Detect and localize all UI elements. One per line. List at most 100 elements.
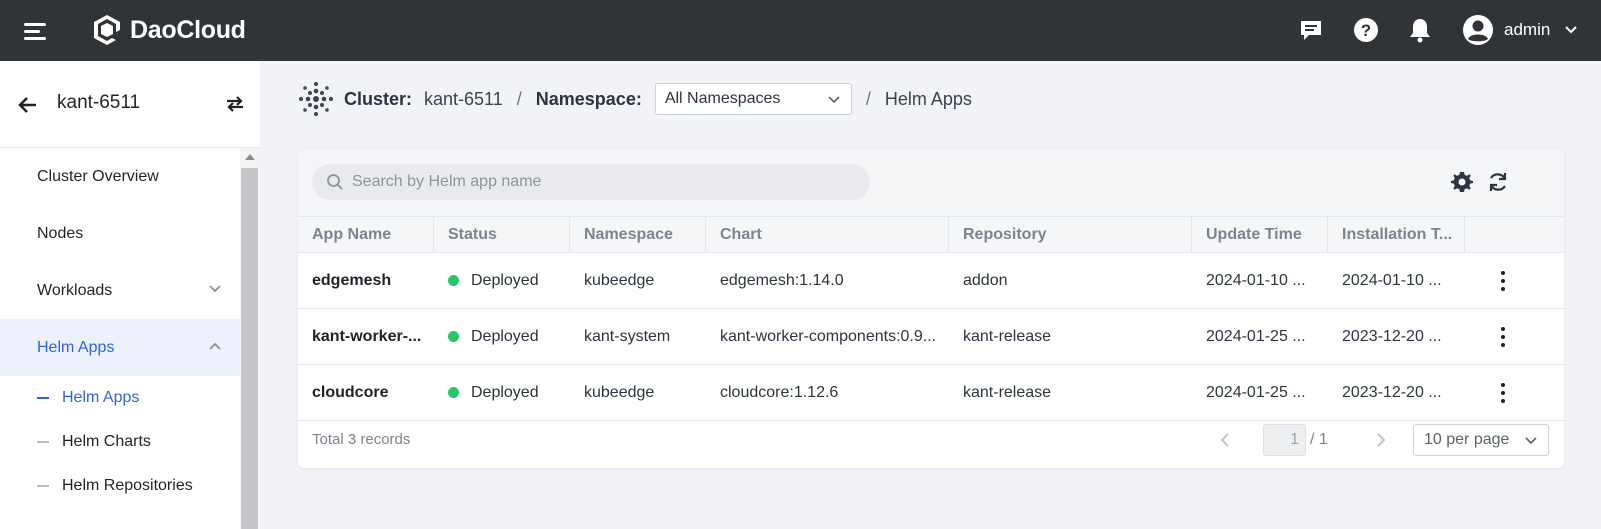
page-size-select[interactable]: 10 per page <box>1413 424 1549 456</box>
sidebar: kant-6511 Cluster Overview Nodes Workloa… <box>0 61 260 529</box>
chevron-down-icon <box>1565 26 1578 34</box>
status-cell: Deployed <box>434 365 570 420</box>
sidebar-header: kant-6511 <box>0 61 260 148</box>
user-menu[interactable]: admin <box>1462 14 1578 46</box>
daocloud-logo-icon <box>94 15 120 45</box>
sidebar-menu: Cluster Overview Nodes Workloads Helm Ap… <box>0 148 240 508</box>
sidebar-item-label: Nodes <box>37 224 84 242</box>
status-dot-icon <box>448 331 459 342</box>
status-text: Deployed <box>471 327 539 345</box>
help-icon[interactable]: ? <box>1352 16 1380 44</box>
sidebar-item-helm-apps[interactable]: Helm Apps <box>0 319 240 376</box>
repository-cell: addon <box>963 271 1008 289</box>
more-actions-icon[interactable] <box>1491 269 1515 293</box>
scrollbar-thumb[interactable] <box>241 168 258 529</box>
sidebar-item-workloads[interactable]: Workloads <box>0 262 240 319</box>
sidebar-item-label: Cluster Overview <box>37 167 159 185</box>
settings-gear-icon[interactable] <box>1450 170 1474 194</box>
app-name-cell[interactable]: kant-worker-... <box>298 309 434 364</box>
refresh-icon[interactable] <box>1486 170 1510 194</box>
menu-icon[interactable] <box>24 21 48 41</box>
column-header-app-name[interactable]: App Name <box>298 217 434 253</box>
bell-icon[interactable] <box>1406 16 1434 44</box>
helm-apps-table: App Name Status Namespace Chart Reposito… <box>298 216 1564 421</box>
sidebar-scrollbar[interactable] <box>240 148 260 529</box>
sidebar-item-label: Workloads <box>37 281 113 299</box>
breadcrumb-separator: / <box>516 88 522 109</box>
actions-cell <box>1465 253 1564 308</box>
breadcrumb-current-page: Helm Apps <box>884 88 972 109</box>
app-name-cell[interactable]: edgemesh <box>298 253 434 308</box>
status-cell: Deployed <box>434 309 570 364</box>
search-box[interactable] <box>312 164 870 200</box>
more-actions-icon[interactable] <box>1491 325 1515 349</box>
breadcrumb-separator: / <box>865 88 871 109</box>
dash-icon <box>37 397 49 399</box>
sidebar-subitem-label: Helm Repositories <box>62 477 193 494</box>
search-icon <box>327 174 343 190</box>
sidebar-subitem-label: Helm Charts <box>62 433 151 450</box>
more-actions-icon[interactable] <box>1491 381 1515 405</box>
total-records: Total 3 records <box>312 431 411 448</box>
column-header-installation-time[interactable]: Installation T... <box>1328 217 1465 253</box>
card-toolbar <box>298 149 1564 217</box>
installation-time-cell: 2024-01-10 ... <box>1342 271 1442 289</box>
column-header-namespace[interactable]: Namespace <box>570 217 706 253</box>
update-time-cell: 2024-01-10 ... <box>1206 271 1306 289</box>
scroll-up-arrow-icon[interactable] <box>245 154 255 160</box>
column-header-actions <box>1465 217 1564 253</box>
app-name-cell[interactable]: cloudcore <box>298 365 434 420</box>
column-header-status[interactable]: Status <box>434 217 570 253</box>
namespace-cell: kubeedge <box>584 271 655 289</box>
dash-icon <box>37 485 49 487</box>
sidebar-item-nodes[interactable]: Nodes <box>0 205 240 262</box>
message-icon[interactable] <box>1297 16 1325 44</box>
prev-page-icon[interactable] <box>1218 431 1232 449</box>
sidebar-subitem-helm-repositories[interactable]: Helm Repositories <box>0 464 240 508</box>
user-name: admin <box>1504 20 1551 39</box>
dash-icon <box>37 441 49 443</box>
chevron-up-icon <box>209 342 221 350</box>
brand-name: DaoCloud <box>130 15 246 44</box>
chart-cell: edgemesh:1.14.0 <box>720 271 844 289</box>
page-size-value: 10 per page <box>1424 431 1510 448</box>
namespace-label: Namespace: <box>535 88 642 109</box>
cluster-label: Cluster: <box>344 88 413 109</box>
column-header-chart[interactable]: Chart <box>706 217 949 253</box>
namespace-cell: kubeedge <box>584 383 655 401</box>
table-header: App Name Status Namespace Chart Reposito… <box>298 216 1564 253</box>
next-page-icon[interactable] <box>1374 431 1388 449</box>
page-number-input[interactable]: 1 <box>1263 424 1306 456</box>
svg-text:?: ? <box>1361 21 1371 40</box>
namespace-select[interactable]: All Namespaces <box>654 83 852 115</box>
sidebar-subitem-helm-charts[interactable]: Helm Charts <box>0 420 240 464</box>
search-input[interactable] <box>352 173 852 191</box>
actions-cell <box>1465 365 1564 420</box>
sidebar-item-cluster-overview[interactable]: Cluster Overview <box>0 148 240 205</box>
repository-cell: kant-release <box>963 327 1052 345</box>
user-avatar-icon <box>1463 15 1493 45</box>
sidebar-subitem-label: Helm Apps <box>62 389 140 406</box>
switch-cluster-icon[interactable] <box>223 92 247 116</box>
sidebar-item-label: Helm Apps <box>37 338 115 356</box>
chart-cell: kant-worker-components:0.9... <box>720 327 937 345</box>
status-dot-icon <box>448 275 459 286</box>
cluster-icon <box>299 82 333 116</box>
status-text: Deployed <box>471 383 539 401</box>
back-arrow-icon[interactable] <box>16 93 40 117</box>
namespace-cell: kant-system <box>584 327 671 345</box>
column-header-repository[interactable]: Repository <box>949 217 1192 253</box>
status-text: Deployed <box>471 271 539 289</box>
installation-time-cell: 2023-12-20 ... <box>1342 383 1442 401</box>
brand-logo[interactable]: DaoCloud <box>90 13 246 47</box>
chevron-down-icon <box>828 96 840 104</box>
update-time-cell: 2024-01-25 ... <box>1206 383 1306 401</box>
sidebar-subitem-helm-apps[interactable]: Helm Apps <box>0 376 240 420</box>
table-row[interactable]: kant-worker-... Deployed kant-system kan… <box>298 309 1564 365</box>
chart-cell: cloudcore:1.12.6 <box>720 383 839 401</box>
cluster-value[interactable]: kant-6511 <box>424 89 503 110</box>
status-dot-icon <box>448 387 459 398</box>
column-header-update-time[interactable]: Update Time <box>1192 217 1328 253</box>
table-row[interactable]: edgemesh Deployed kubeedge edgemesh:1.14… <box>298 253 1564 309</box>
namespace-select-value: All Namespaces <box>664 90 781 107</box>
